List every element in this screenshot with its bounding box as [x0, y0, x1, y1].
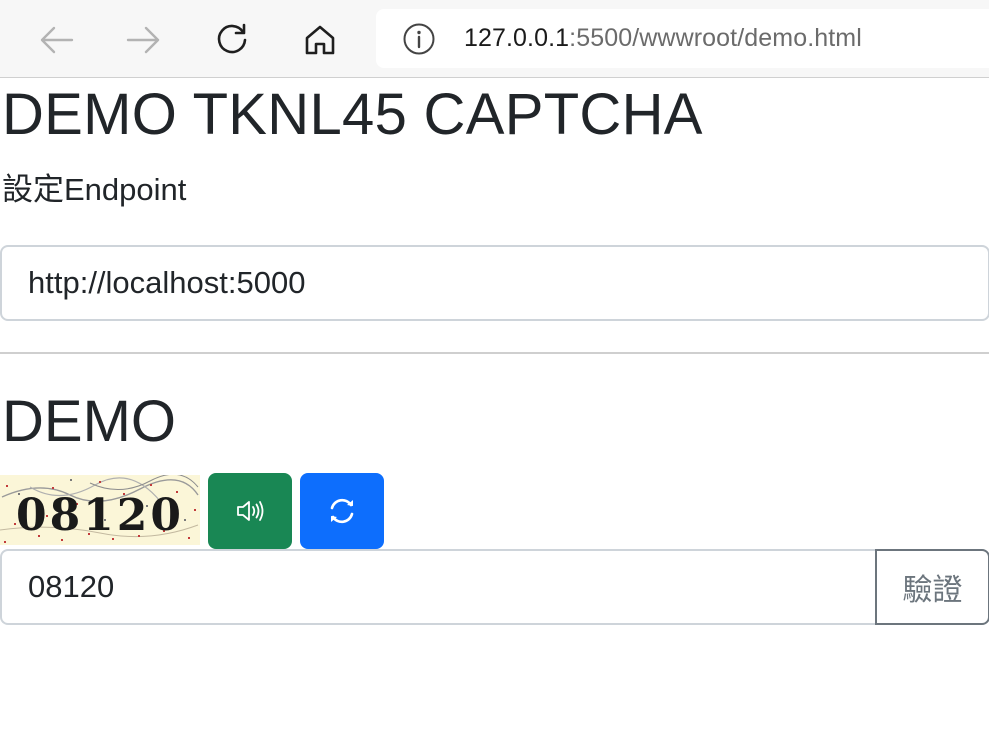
- divider: [0, 352, 989, 354]
- endpoint-input[interactable]: [0, 245, 989, 321]
- reload-icon: [217, 23, 247, 54]
- refresh-icon: [330, 498, 354, 524]
- reload-button[interactable]: [210, 18, 254, 62]
- speaker-icon: [237, 501, 264, 521]
- captcha-input-group: 驗證: [0, 549, 989, 625]
- captcha-text: 08120: [16, 490, 184, 541]
- home-icon: [305, 25, 335, 55]
- verify-button[interactable]: 驗證: [875, 549, 989, 625]
- home-button[interactable]: [298, 18, 342, 62]
- arrow-left-icon: [40, 26, 74, 54]
- address-bar[interactable]: 127.0.0.1:5500/wwwroot/demo.html: [376, 9, 989, 68]
- audio-captcha-button[interactable]: [208, 473, 292, 549]
- browser-toolbar: 127.0.0.1:5500/wwwroot/demo.html: [0, 0, 989, 78]
- page-title: DEMO TKNL45 CAPTCHA: [2, 82, 703, 147]
- url-text[interactable]: 127.0.0.1:5500/wwwroot/demo.html: [464, 24, 862, 53]
- endpoint-label: 設定Endpoint: [2, 172, 187, 207]
- captcha-answer-input[interactable]: [0, 549, 877, 625]
- url-host: 127.0.0.1: [464, 24, 570, 52]
- refresh-captcha-button[interactable]: [300, 473, 384, 549]
- back-button[interactable]: [34, 18, 78, 62]
- arrow-right-icon: [126, 26, 160, 54]
- demo-heading: DEMO: [2, 389, 176, 454]
- info-icon[interactable]: [402, 22, 436, 56]
- captcha-image: 08120: [0, 475, 200, 545]
- forward-button[interactable]: [122, 18, 166, 62]
- url-path: :5500/wwwroot/demo.html: [569, 24, 862, 52]
